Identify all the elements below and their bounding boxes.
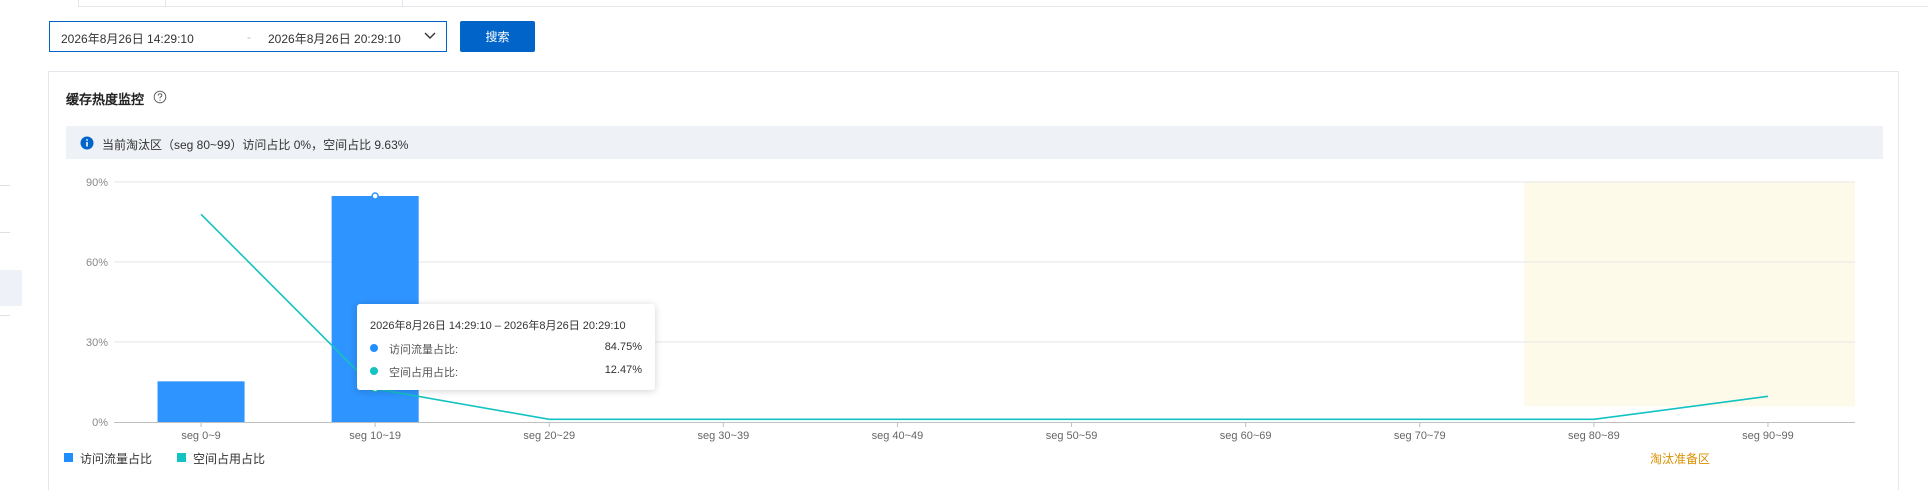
- hover-marker: [371, 192, 379, 200]
- tooltip-label: 访问流量占比:: [389, 344, 459, 356]
- y-tick-label: 90%: [86, 177, 108, 189]
- highlight-zone: [1524, 182, 1855, 407]
- tooltip-dot: [370, 344, 378, 352]
- x-tick-label: seg 10~19: [349, 430, 401, 442]
- tooltip-row-traffic: 访问流量占比: 84.75%: [370, 341, 642, 356]
- tooltip-value: 12.47%: [604, 364, 642, 376]
- tooltip-row-space: 空间占用占比: 12.47%: [370, 364, 642, 379]
- y-tick-label: 60%: [86, 257, 108, 269]
- tooltip-title: 2026年8月26日 14:29:10 – 2026年8月26日 20:29:1…: [370, 320, 626, 332]
- tooltip-label: 空间占用占比:: [389, 367, 459, 379]
- x-tick-label: seg 90~99: [1742, 430, 1794, 442]
- tooltip-value: 84.75%: [604, 341, 642, 353]
- tooltip-dot: [370, 367, 378, 375]
- x-tick-label: seg 40~49: [872, 430, 924, 442]
- legend-swatch: [64, 453, 73, 462]
- legend-swatch: [177, 453, 186, 462]
- x-tick-label: seg 20~29: [523, 430, 575, 442]
- x-tick-label: seg 60~69: [1220, 430, 1272, 442]
- legend-label: 访问流量占比: [80, 452, 153, 466]
- y-tick-label: 30%: [86, 337, 108, 349]
- y-tick-label: 0%: [92, 417, 108, 429]
- eviction-zone-label: 淘汰准备区: [1650, 452, 1711, 466]
- x-tick-label: seg 30~39: [698, 430, 750, 442]
- chart-tooltip: 2026年8月26日 14:29:10 – 2026年8月26日 20:29:1…: [357, 304, 655, 390]
- x-tick-label: seg 50~59: [1046, 430, 1098, 442]
- bar: [157, 381, 245, 422]
- x-tick-label: seg 70~79: [1394, 430, 1446, 442]
- x-tick-label: seg 0~9: [181, 430, 220, 442]
- cache-heat-chart: 0% 30% 60% 90% seg 0~9 seg 10~19 seg 20~29 seg …: [86, 177, 1855, 442]
- legend-label: 空间占用占比: [193, 452, 266, 466]
- x-tick-label: seg 80~89: [1568, 430, 1620, 442]
